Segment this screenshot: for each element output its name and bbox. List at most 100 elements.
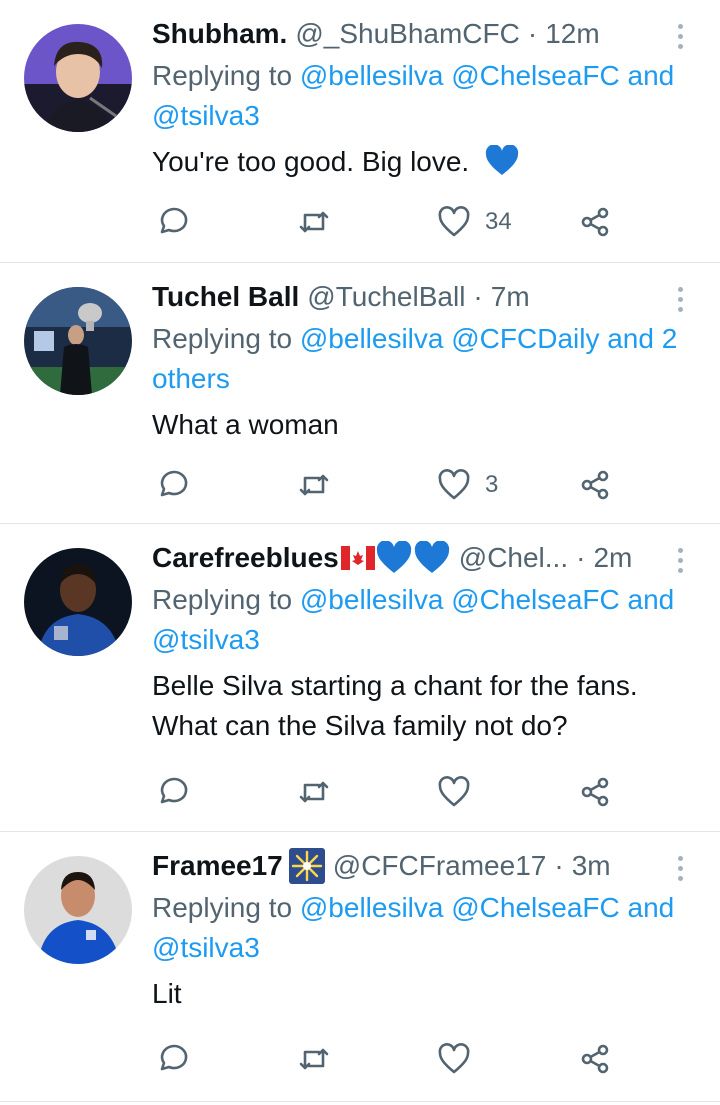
tweet-text-line: What a woman xyxy=(152,409,339,440)
tweet-2[interactable]: Tuchel Ball @TuchelBall · 7m Replying to… xyxy=(0,263,720,524)
tweet-text: You're too good. Big love. xyxy=(152,142,700,182)
reply-button[interactable] xyxy=(155,772,189,812)
more-options-icon[interactable] xyxy=(660,848,700,888)
mention-links-continued[interactable]: @tsilva3 xyxy=(152,932,260,963)
action-bar xyxy=(152,772,700,812)
tweet-header: Shubham. @_ShuBhamCFC · 12m xyxy=(152,16,700,52)
reply-button[interactable] xyxy=(155,1039,189,1079)
reply-icon xyxy=(160,470,188,497)
blue-heart-emoji-icon xyxy=(414,541,449,573)
display-name[interactable]: Carefreeblues xyxy=(152,540,339,576)
replying-to: Replying to @bellesilva @ChelseaFC and @… xyxy=(152,888,700,968)
user-handle[interactable]: @CFCFramee17 xyxy=(333,848,547,884)
share-button[interactable] xyxy=(578,772,612,812)
user-handle[interactable]: @Chel... xyxy=(459,540,568,576)
like-count: 34 xyxy=(485,208,512,235)
retweet-button[interactable] xyxy=(297,772,331,812)
retweet-icon xyxy=(299,211,329,233)
separator: · xyxy=(576,542,586,573)
tweet-header: Carefreeblues @Chel... · 2m xyxy=(152,540,700,576)
mention-links-continued[interactable]: @tsilva3 xyxy=(152,624,260,655)
sparkler-emoji-icon xyxy=(288,848,325,884)
retweet-button[interactable] xyxy=(297,1039,331,1079)
like-button[interactable]: 34 xyxy=(437,202,512,242)
tweet-text-line: What can the Silva family not do? xyxy=(152,710,568,741)
timestamp[interactable]: 12m xyxy=(545,16,599,52)
like-button[interactable] xyxy=(437,1039,485,1079)
mention-links[interactable]: @bellesilva @ChelseaFC and xyxy=(300,584,674,615)
replying-prefix: Replying to xyxy=(152,584,293,615)
display-name[interactable]: Tuchel Ball xyxy=(152,279,299,315)
tweet-text: What a woman xyxy=(152,405,700,445)
action-bar: 3 xyxy=(152,465,700,505)
tweet-text-line: Belle Silva starting a chant for the fan… xyxy=(152,670,638,701)
share-button[interactable] xyxy=(578,1039,612,1079)
tweet-text-line: You're too good. Big love. xyxy=(152,146,470,177)
timestamp[interactable]: 3m xyxy=(572,848,611,884)
timestamp[interactable]: 2m xyxy=(593,540,632,576)
display-name[interactable]: Framee17 xyxy=(152,848,283,884)
tweet-text: Lit xyxy=(152,974,700,1014)
separator: · xyxy=(527,18,538,49)
share-icon xyxy=(581,777,609,807)
tweet-text-line: Lit xyxy=(152,978,182,1009)
heart-icon xyxy=(438,1043,470,1074)
retweet-icon xyxy=(299,474,329,496)
more-options-icon[interactable] xyxy=(660,279,700,319)
retweet-button[interactable] xyxy=(297,465,331,505)
retweet-icon xyxy=(299,1048,329,1070)
replying-prefix: Replying to xyxy=(152,60,293,91)
user-handle[interactable]: @_ShuBhamCFC xyxy=(295,16,520,52)
reply-button[interactable] xyxy=(155,202,189,242)
share-button[interactable] xyxy=(578,202,612,242)
share-icon xyxy=(581,470,609,500)
avatar[interactable] xyxy=(24,24,132,132)
avatar[interactable] xyxy=(24,548,132,656)
separator: · xyxy=(473,281,483,312)
player-kit-avatar-icon xyxy=(24,856,132,964)
mention-links[interactable]: @bellesilva @CFCDaily and 2 xyxy=(300,323,677,354)
player-avatar-icon xyxy=(24,548,132,656)
replying-to: Replying to @bellesilva @ChelseaFC and @… xyxy=(152,580,700,660)
mention-links-continued[interactable]: @tsilva3 xyxy=(152,100,260,131)
action-bar: 34 xyxy=(152,202,700,242)
blue-heart-emoji-icon xyxy=(376,541,411,573)
like-button[interactable]: 3 xyxy=(437,465,498,505)
person-avatar-icon xyxy=(24,24,132,132)
reply-icon xyxy=(160,207,188,234)
heart-icon xyxy=(438,206,470,237)
display-name[interactable]: Shubham. xyxy=(152,16,287,52)
tweet-header: Tuchel Ball @TuchelBall · 7m xyxy=(152,279,700,315)
separator: · xyxy=(554,850,564,881)
replying-to: Replying to @bellesilva @CFCDaily and 2 … xyxy=(152,319,700,399)
retweet-icon xyxy=(299,781,329,803)
avatar[interactable] xyxy=(24,856,132,964)
share-button[interactable] xyxy=(578,465,612,505)
share-icon xyxy=(581,1044,609,1074)
avatar[interactable] xyxy=(24,287,132,395)
heart-icon xyxy=(438,776,470,807)
tweet-3[interactable]: Carefreeblues @Chel... · 2m Replying to … xyxy=(0,524,720,832)
tweet-1[interactable]: Shubham. @_ShuBhamCFC · 12m Replying to … xyxy=(0,0,720,263)
blue-heart-emoji-icon xyxy=(485,145,519,175)
like-count: 3 xyxy=(485,471,499,498)
reply-icon xyxy=(160,1044,188,1071)
tweet-header: Framee17 @CFCFramee17 · 3m xyxy=(152,848,700,884)
mention-links[interactable]: @bellesilva @ChelseaFC and xyxy=(300,892,674,923)
timestamp[interactable]: 7m xyxy=(491,279,530,315)
share-icon xyxy=(581,207,609,237)
replying-prefix: Replying to xyxy=(152,323,293,354)
user-handle[interactable]: @TuchelBall xyxy=(307,279,465,315)
trophy-stadium-avatar-icon xyxy=(24,287,132,395)
more-options-icon[interactable] xyxy=(660,16,700,56)
more-options-icon[interactable] xyxy=(660,540,700,580)
tweet-text: Belle Silva starting a chant for the fan… xyxy=(152,666,700,746)
reply-button[interactable] xyxy=(155,465,189,505)
like-button[interactable] xyxy=(437,772,485,812)
action-bar xyxy=(152,1039,700,1079)
retweet-button[interactable] xyxy=(297,202,331,242)
mention-links-continued[interactable]: others xyxy=(152,363,230,394)
tweet-4[interactable]: Framee17 @CFCFramee17 · 3m Replying to @… xyxy=(0,832,720,1102)
replying-to: Replying to @bellesilva @ChelseaFC and @… xyxy=(152,56,700,136)
mention-links[interactable]: @bellesilva @ChelseaFC and xyxy=(300,60,674,91)
